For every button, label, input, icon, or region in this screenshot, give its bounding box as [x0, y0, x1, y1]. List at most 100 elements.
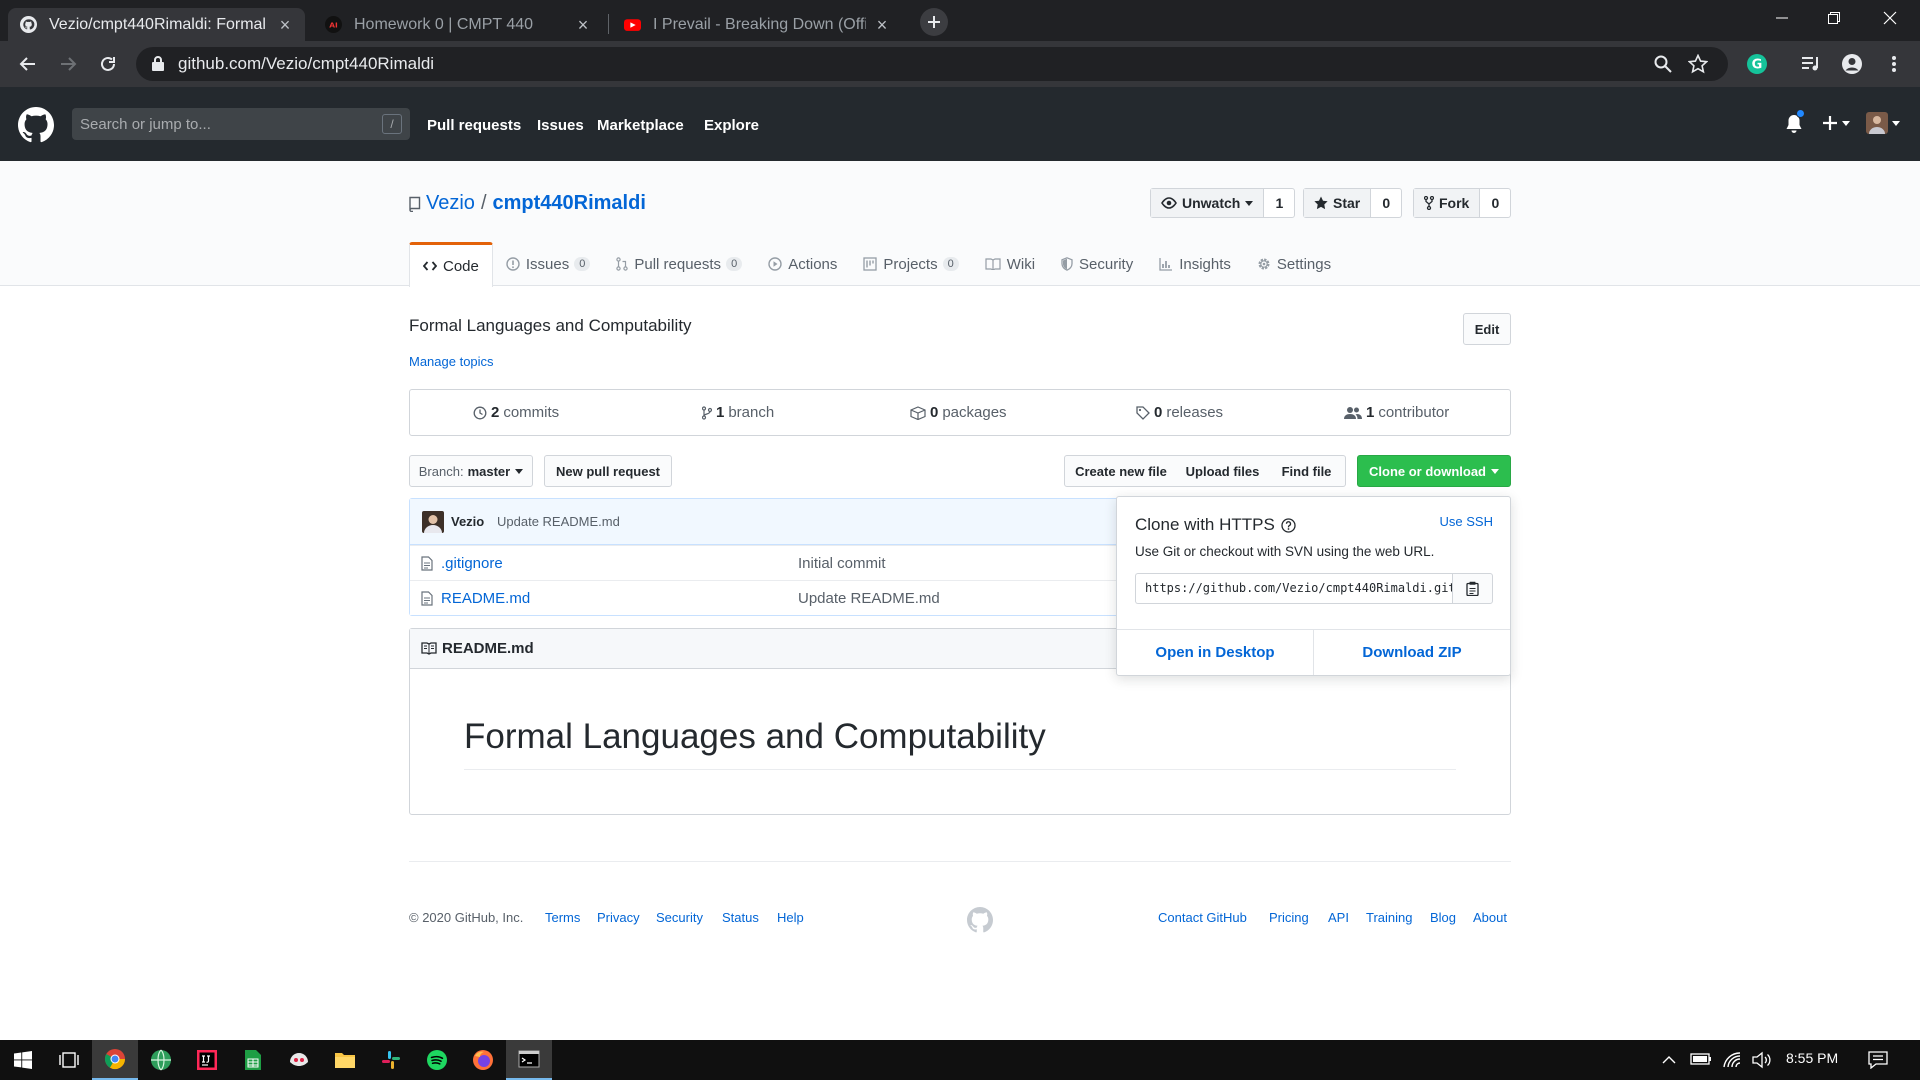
commits-link[interactable]: 2 commits — [473, 404, 559, 421]
taskbar-intellij[interactable] — [184, 1040, 230, 1080]
user-menu[interactable] — [1866, 112, 1900, 134]
browser-menu-button[interactable] — [1880, 50, 1908, 78]
tab-issues[interactable]: Issues 0 — [493, 242, 603, 286]
contributors-link[interactable]: 1 contributor — [1344, 404, 1449, 421]
taskbar-spotify[interactable] — [414, 1040, 460, 1080]
wifi-icon[interactable] — [1722, 1051, 1742, 1069]
taskbar-game-app[interactable] — [276, 1040, 322, 1080]
file-commit-message[interactable]: Initial commit — [798, 555, 886, 572]
zoom-icon[interactable] — [1654, 55, 1672, 73]
download-zip-button[interactable]: Download ZIP — [1314, 630, 1510, 675]
star-button[interactable]: Star — [1304, 189, 1372, 217]
battery-icon[interactable] — [1690, 1052, 1712, 1066]
search-input[interactable] — [80, 113, 370, 135]
clone-url-input[interactable]: https://github.com/Vezio/cmpt440Rimaldi.… — [1135, 573, 1452, 604]
file-commit-message[interactable]: Update README.md — [798, 590, 940, 607]
footer-link-training[interactable]: Training — [1366, 910, 1412, 925]
tab-pull-requests[interactable]: Pull requests 0 — [603, 242, 755, 286]
edit-description-button[interactable]: Edit — [1463, 313, 1511, 345]
branch-select-button[interactable]: Branch: master — [409, 455, 533, 487]
repo-name-link[interactable]: cmpt440Rimaldi — [493, 192, 646, 215]
file-name-link[interactable]: .gitignore — [441, 555, 503, 572]
footer-link-about[interactable]: About — [1473, 910, 1507, 925]
volume-icon[interactable] — [1752, 1051, 1772, 1069]
tab-code[interactable]: Code — [409, 242, 493, 287]
taskbar-file-explorer[interactable] — [322, 1040, 368, 1080]
find-file-button[interactable]: Find file — [1268, 455, 1346, 487]
minimize-button[interactable] — [1752, 0, 1812, 36]
branches-link[interactable]: 1 branch — [702, 404, 774, 421]
footer-link-contact[interactable]: Contact GitHub — [1158, 910, 1247, 925]
nav-marketplace[interactable]: Marketplace — [597, 117, 684, 134]
footer-link-privacy[interactable]: Privacy — [597, 910, 640, 925]
close-window-button[interactable] — [1860, 0, 1920, 36]
tab-insights[interactable]: Insights — [1146, 242, 1244, 286]
profile-button[interactable] — [1838, 50, 1866, 78]
upload-files-button[interactable]: Upload files — [1177, 455, 1269, 487]
watchers-count[interactable]: 1 — [1264, 189, 1294, 217]
star-bookmark-icon[interactable] — [1688, 54, 1708, 74]
address-bar[interactable]: github.com/Vezio/cmpt440Rimaldi — [136, 47, 1728, 81]
tab-wiki[interactable]: Wiki — [972, 242, 1048, 286]
close-tab-icon[interactable]: × — [277, 16, 293, 34]
footer-link-status[interactable]: Status — [722, 910, 759, 925]
open-in-desktop-button[interactable]: Open in Desktop — [1117, 630, 1314, 675]
forward-button[interactable] — [54, 50, 82, 78]
footer-link-help[interactable]: Help — [777, 910, 804, 925]
taskbar-spreadsheet[interactable] — [230, 1040, 276, 1080]
copy-url-button[interactable] — [1452, 573, 1493, 604]
taskbar-chrome[interactable] — [92, 1040, 138, 1080]
footer-link-pricing[interactable]: Pricing — [1269, 910, 1309, 925]
fork-button[interactable]: Fork — [1414, 189, 1481, 217]
browser-tab-github[interactable]: Vezio/cmpt440Rimaldi: Formal La × — [8, 8, 305, 41]
footer-link-blog[interactable]: Blog — [1430, 910, 1456, 925]
tab-security[interactable]: Security — [1048, 242, 1146, 286]
close-tab-icon[interactable]: × — [575, 16, 591, 34]
browser-tab-youtube[interactable]: I Prevail - Breaking Down (Officia × — [612, 8, 902, 41]
grammarly-extension[interactable]: G — [1743, 50, 1771, 78]
nav-explore[interactable]: Explore — [704, 117, 759, 134]
taskbar-firefox[interactable] — [460, 1040, 506, 1080]
nav-pull-requests[interactable]: Pull requests — [427, 117, 521, 134]
question-icon[interactable] — [1281, 517, 1296, 533]
stargazers-count[interactable]: 0 — [1371, 189, 1401, 217]
footer-link-api[interactable]: API — [1328, 910, 1349, 925]
manage-topics-link[interactable]: Manage topics — [409, 354, 494, 369]
taskbar-terminal[interactable] — [506, 1040, 552, 1080]
unwatch-button[interactable]: Unwatch — [1151, 189, 1265, 217]
notifications-button[interactable] — [1785, 109, 1805, 134]
forks-count[interactable]: 0 — [1480, 189, 1510, 217]
packages-link[interactable]: 0 packages — [910, 404, 1007, 421]
reload-button[interactable] — [94, 50, 122, 78]
github-logo-icon[interactable] — [18, 107, 54, 143]
repo-owner-link[interactable]: Vezio — [426, 192, 475, 215]
create-new-menu[interactable] — [1822, 115, 1850, 131]
new-pull-request-button[interactable]: New pull request — [544, 455, 672, 487]
tab-settings[interactable]: Settings — [1244, 242, 1344, 286]
task-view-button[interactable] — [46, 1040, 92, 1080]
use-ssh-link[interactable]: Use SSH — [1440, 514, 1493, 529]
file-name-link[interactable]: README.md — [441, 590, 530, 607]
start-button[interactable] — [0, 1040, 46, 1080]
commit-author-link[interactable]: Vezio — [451, 514, 484, 529]
tab-projects[interactable]: Projects 0 — [850, 242, 971, 286]
releases-link[interactable]: 0 releases — [1136, 404, 1223, 421]
taskbar-slack[interactable] — [368, 1040, 414, 1080]
footer-link-terms[interactable]: Terms — [545, 910, 580, 925]
commit-message-link[interactable]: Update README.md — [497, 514, 620, 529]
taskbar-app-green[interactable] — [138, 1040, 184, 1080]
browser-tab-homework[interactable]: AI Homework 0 | CMPT 440 × — [313, 8, 603, 41]
nav-issues[interactable]: Issues — [537, 117, 584, 134]
close-tab-icon[interactable]: × — [874, 16, 890, 34]
notification-center-icon[interactable] — [1868, 1051, 1888, 1069]
new-tab-button[interactable] — [920, 8, 948, 36]
chevron-up-icon[interactable] — [1662, 1055, 1676, 1064]
search-box[interactable]: / — [72, 108, 410, 140]
clone-or-download-button[interactable]: Clone or download — [1357, 455, 1511, 487]
github-mark-icon[interactable] — [967, 907, 993, 933]
restore-button[interactable] — [1804, 0, 1864, 36]
create-new-file-button[interactable]: Create new file — [1064, 455, 1178, 487]
media-control-button[interactable] — [1797, 50, 1825, 78]
back-button[interactable] — [14, 50, 42, 78]
clock-time[interactable]: 8:55 PM — [1786, 1050, 1838, 1066]
